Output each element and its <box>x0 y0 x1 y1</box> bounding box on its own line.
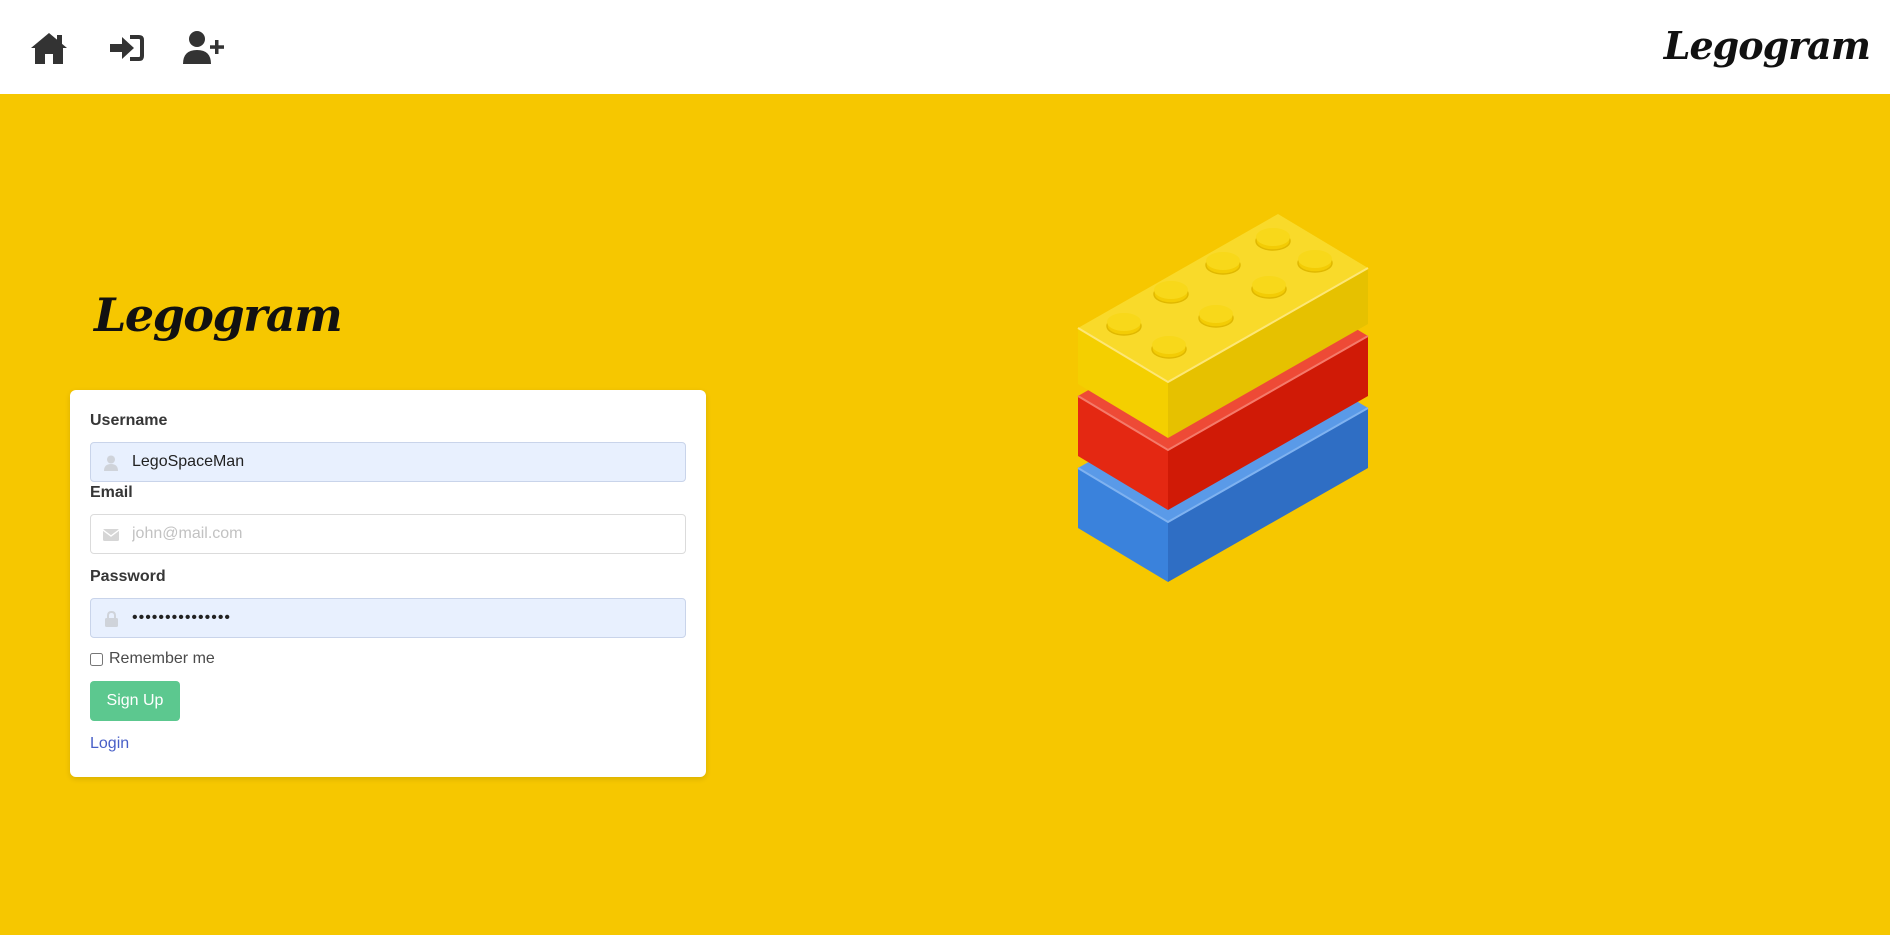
email-label: Email <box>90 484 133 501</box>
password-field[interactable] <box>90 598 686 638</box>
signup-form-card: Username Email Password <box>70 390 706 777</box>
remember-me-checkbox[interactable] <box>90 652 103 666</box>
user-plus-icon[interactable] <box>180 24 228 72</box>
hero-brand-logo: Legogram <box>94 288 343 342</box>
lego-bricks-svg <box>1077 214 1369 582</box>
remember-me[interactable]: Remember me <box>90 650 215 668</box>
email-input[interactable] <box>91 515 685 553</box>
sign-up-button[interactable]: Sign Up <box>90 681 180 721</box>
email-field[interactable] <box>90 514 686 554</box>
top-navbar: Legogram <box>0 0 1890 94</box>
lego-bricks-illustration <box>1068 206 1378 591</box>
sign-in-icon[interactable] <box>103 24 151 72</box>
login-link[interactable]: Login <box>90 735 129 753</box>
navbar-brand-logo[interactable]: Legogram <box>1664 18 1871 74</box>
username-label: Username <box>90 412 168 429</box>
home-icon[interactable] <box>25 24 73 72</box>
remember-me-label: Remember me <box>109 650 215 667</box>
username-field[interactable] <box>90 442 686 482</box>
username-input[interactable] <box>91 443 685 481</box>
password-input[interactable] <box>91 599 685 637</box>
password-label: Password <box>90 568 166 585</box>
